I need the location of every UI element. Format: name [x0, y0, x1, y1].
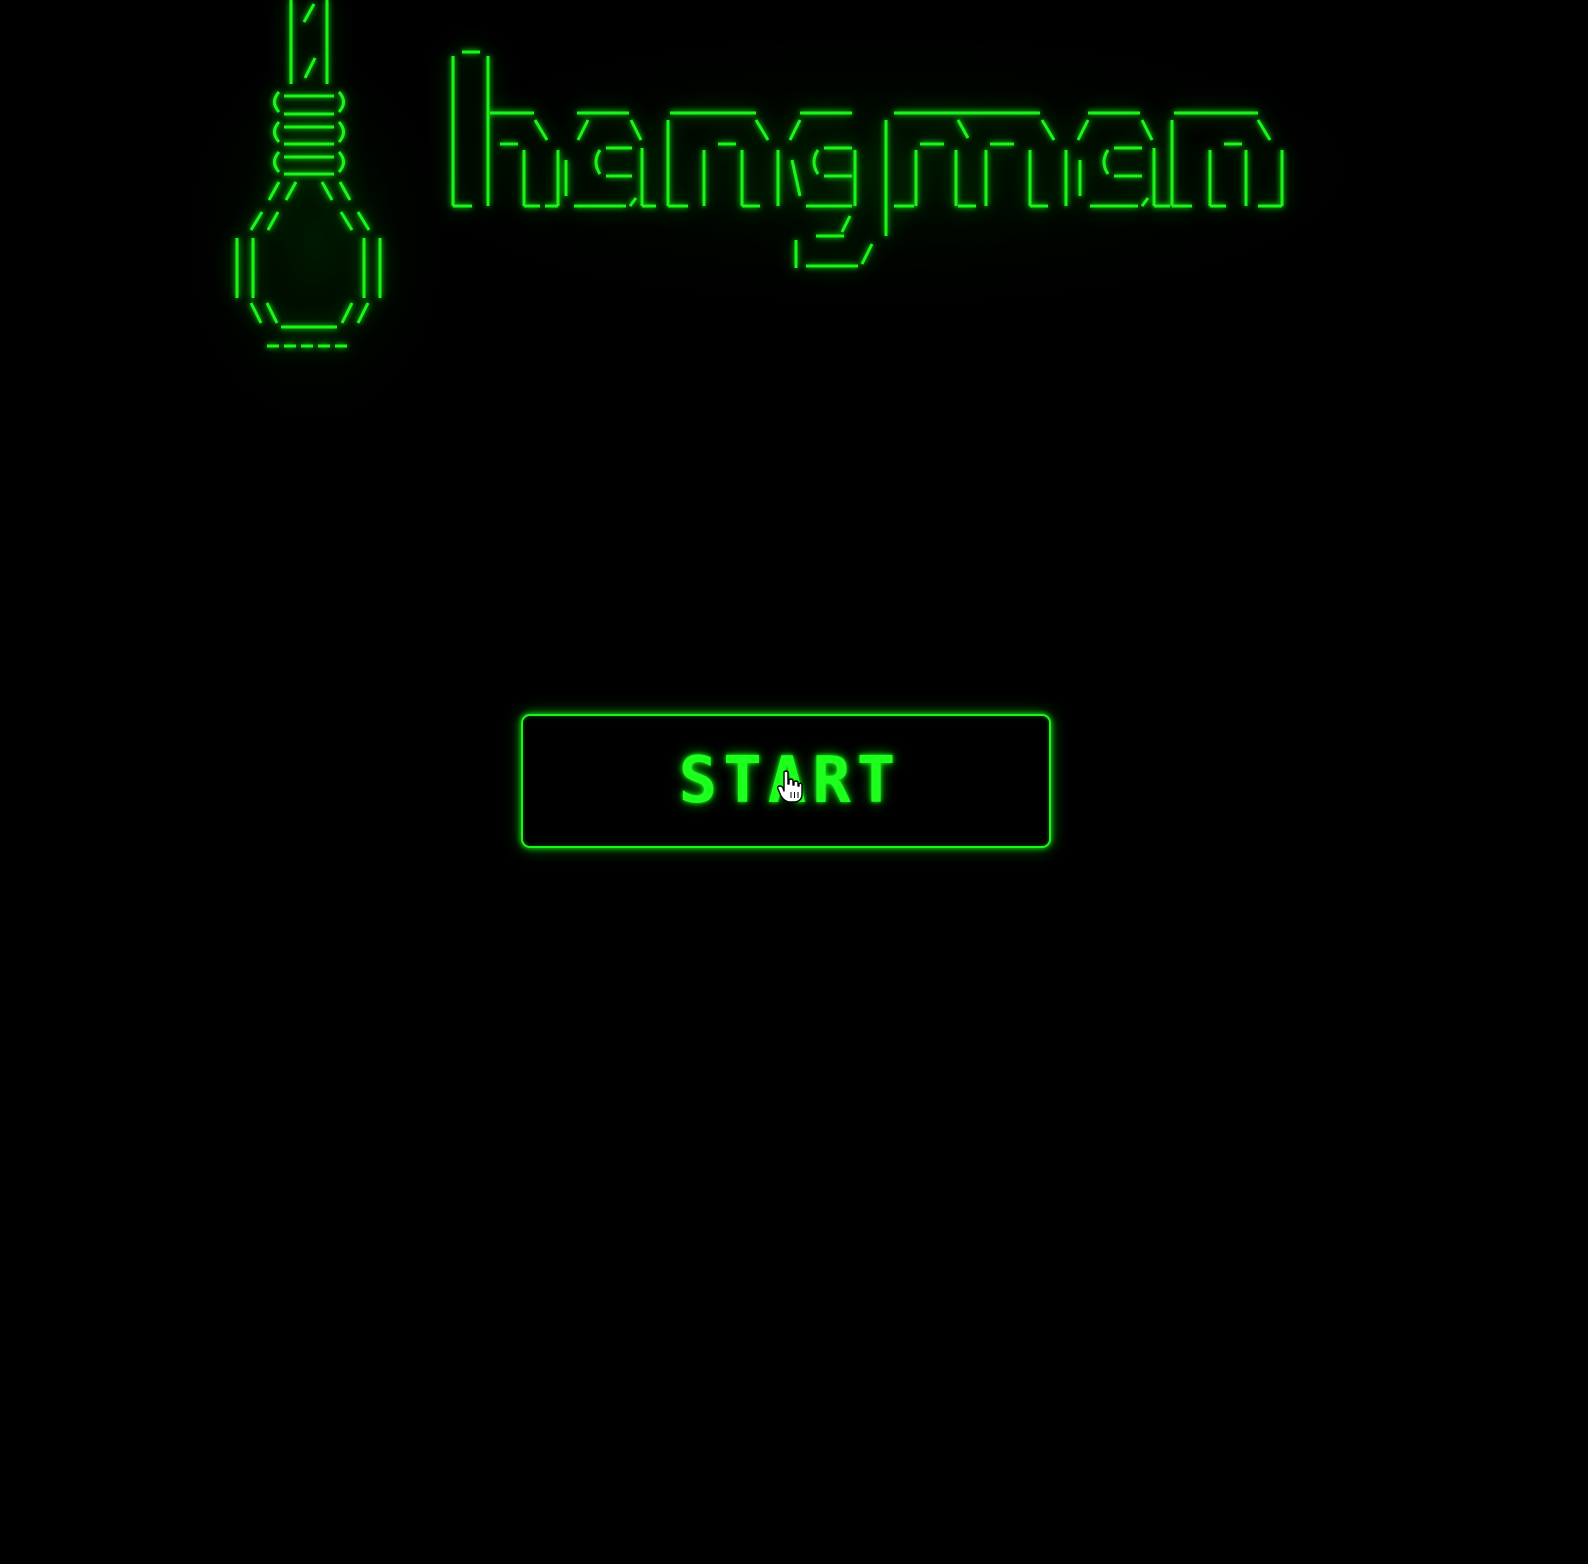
noose-icon	[235, 0, 382, 348]
hand-pointer-icon	[777, 770, 803, 803]
game-screen: hangman	[0, 0, 1588, 1564]
hangman-title-art	[451, 50, 1284, 268]
game-logo: hangman	[0, 0, 1588, 420]
